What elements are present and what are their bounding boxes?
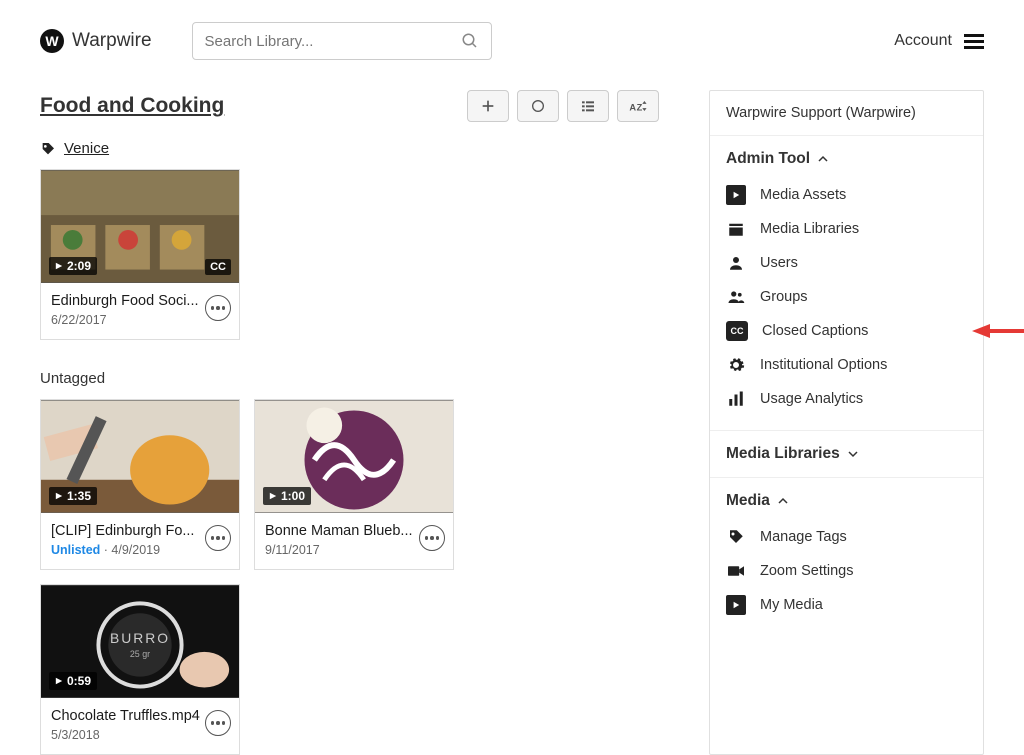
duration-badge: 1:35 — [49, 487, 97, 505]
account-area: Account — [894, 32, 984, 50]
more-options-button[interactable] — [205, 295, 231, 321]
more-options-button[interactable] — [205, 710, 231, 736]
search-input[interactable] — [205, 33, 461, 50]
untagged-label: Untagged — [40, 370, 659, 387]
sidebar-item[interactable]: Usage Analytics — [726, 382, 967, 416]
video-title: Chocolate Truffles.mp4 — [51, 708, 201, 724]
svg-text:A: A — [629, 102, 636, 112]
sidebar-item-label: Zoom Settings — [760, 563, 854, 579]
card-grid-untagged: 1:35 [CLIP] Edinburgh Fo... Unlisted · 4/9… — [40, 399, 659, 755]
duration-badge: 1:00 — [263, 487, 311, 505]
record-button[interactable] — [517, 90, 559, 122]
unlisted-badge: Unlisted — [51, 543, 100, 557]
video-meta: Unlisted · 4/9/2019 — [51, 543, 229, 557]
topbar: W Warpwire Account — [0, 0, 1024, 60]
add-button[interactable] — [467, 90, 509, 122]
sidebar-item[interactable]: Groups — [726, 280, 967, 314]
sidebar-item-label: Groups — [760, 289, 808, 305]
media-libraries-header[interactable]: Media Libraries — [726, 445, 967, 463]
video-thumbnail[interactable]: BURRO 25 gr 0:59 — [41, 585, 239, 698]
sidebar: Warpwire Support (Warpwire) Admin Tool M… — [709, 90, 984, 755]
video-thumbnail[interactable]: 1:35 — [41, 400, 239, 513]
media-header[interactable]: Media — [726, 492, 967, 510]
video-meta: 6/22/2017 — [51, 313, 229, 327]
sidebar-item[interactable]: Manage Tags — [726, 520, 967, 554]
search-box[interactable] — [192, 22, 492, 60]
tag-icon — [40, 141, 56, 157]
duration-badge: 0:59 — [49, 672, 97, 690]
video-thumbnail[interactable]: 2:09 CC — [41, 170, 239, 283]
sidebar-item-label: My Media — [760, 597, 823, 613]
sidebar-item[interactable]: CCClosed Captions — [726, 314, 967, 348]
video-card[interactable]: 1:35 [CLIP] Edinburgh Fo... Unlisted · 4/9… — [40, 399, 240, 570]
sidebar-item[interactable]: Media Libraries — [726, 212, 967, 246]
chevron-up-icon — [818, 154, 828, 164]
video-meta: 5/3/2018 — [51, 728, 229, 742]
duration-badge: 2:09 — [49, 257, 97, 275]
sidebar-support[interactable]: Warpwire Support (Warpwire) — [710, 91, 983, 136]
list-view-button[interactable] — [567, 90, 609, 122]
svg-text:25 gr: 25 gr — [130, 649, 150, 659]
logo-mark-icon: W — [40, 29, 64, 53]
chevron-up-icon — [778, 496, 788, 506]
svg-text:Z: Z — [637, 102, 643, 112]
main-content: Food and Cooking AZ Venice 2:09 CC Edinbur… — [40, 90, 659, 755]
chevron-down-icon — [848, 449, 858, 459]
more-options-button[interactable] — [205, 525, 231, 551]
sidebar-item-label: Closed Captions — [762, 323, 868, 339]
sidebar-section-admin: Admin Tool Media Assets Media Libraries Us… — [710, 136, 983, 431]
sidebar-item-label: Manage Tags — [760, 529, 847, 545]
sort-button[interactable]: AZ — [617, 90, 659, 122]
sidebar-section-libraries: Media Libraries — [710, 431, 983, 478]
sidebar-item-label: Usage Analytics — [760, 391, 863, 407]
cc-badge: CC — [205, 259, 231, 275]
sidebar-item-label: Users — [760, 255, 798, 271]
sidebar-item-label: Institutional Options — [760, 357, 887, 373]
video-meta: 9/11/2017 — [265, 543, 443, 557]
sidebar-item[interactable]: Users — [726, 246, 967, 280]
brand-name: Warpwire — [72, 30, 152, 52]
video-title: [CLIP] Edinburgh Fo... — [51, 523, 201, 539]
view-controls: AZ — [467, 90, 659, 122]
sidebar-item[interactable]: Media Assets — [726, 178, 967, 212]
video-thumbnail[interactable]: 1:00 — [255, 400, 453, 513]
support-label: Warpwire Support (Warpwire) — [726, 105, 916, 121]
brand-logo[interactable]: W Warpwire — [40, 29, 152, 53]
menu-icon[interactable] — [964, 34, 984, 49]
video-title: Bonne Maman Blueb... — [265, 523, 415, 539]
sidebar-item-label: Media Assets — [760, 187, 846, 203]
svg-text:BURRO: BURRO — [110, 630, 170, 646]
sidebar-section-media: Media Manage Tags Zoom Settings My Media — [710, 478, 983, 636]
more-options-button[interactable] — [419, 525, 445, 551]
sidebar-item-label: Media Libraries — [760, 221, 859, 237]
tag-link-venice[interactable]: Venice — [64, 140, 109, 157]
search-icon[interactable] — [461, 32, 479, 50]
sidebar-item[interactable]: My Media — [726, 588, 967, 622]
account-link[interactable]: Account — [894, 32, 952, 50]
callout-arrow — [972, 321, 1024, 341]
sidebar-item[interactable]: Institutional Options — [726, 348, 967, 382]
video-card[interactable]: 2:09 CC Edinburgh Food Soci... 6/22/2017 — [40, 169, 240, 340]
card-grid-tagged: 2:09 CC Edinburgh Food Soci... 6/22/2017 — [40, 169, 659, 340]
tag-row: Venice — [40, 140, 659, 157]
video-title: Edinburgh Food Soci... — [51, 293, 201, 309]
video-card[interactable]: BURRO 25 gr 0:59 Chocolate Truffles.mp4 5/3/… — [40, 584, 240, 755]
page-title[interactable]: Food and Cooking — [40, 94, 224, 118]
video-card[interactable]: 1:00 Bonne Maman Blueb... 9/11/2017 — [254, 399, 454, 570]
admin-tool-header[interactable]: Admin Tool — [726, 150, 967, 168]
sidebar-item[interactable]: Zoom Settings — [726, 554, 967, 588]
